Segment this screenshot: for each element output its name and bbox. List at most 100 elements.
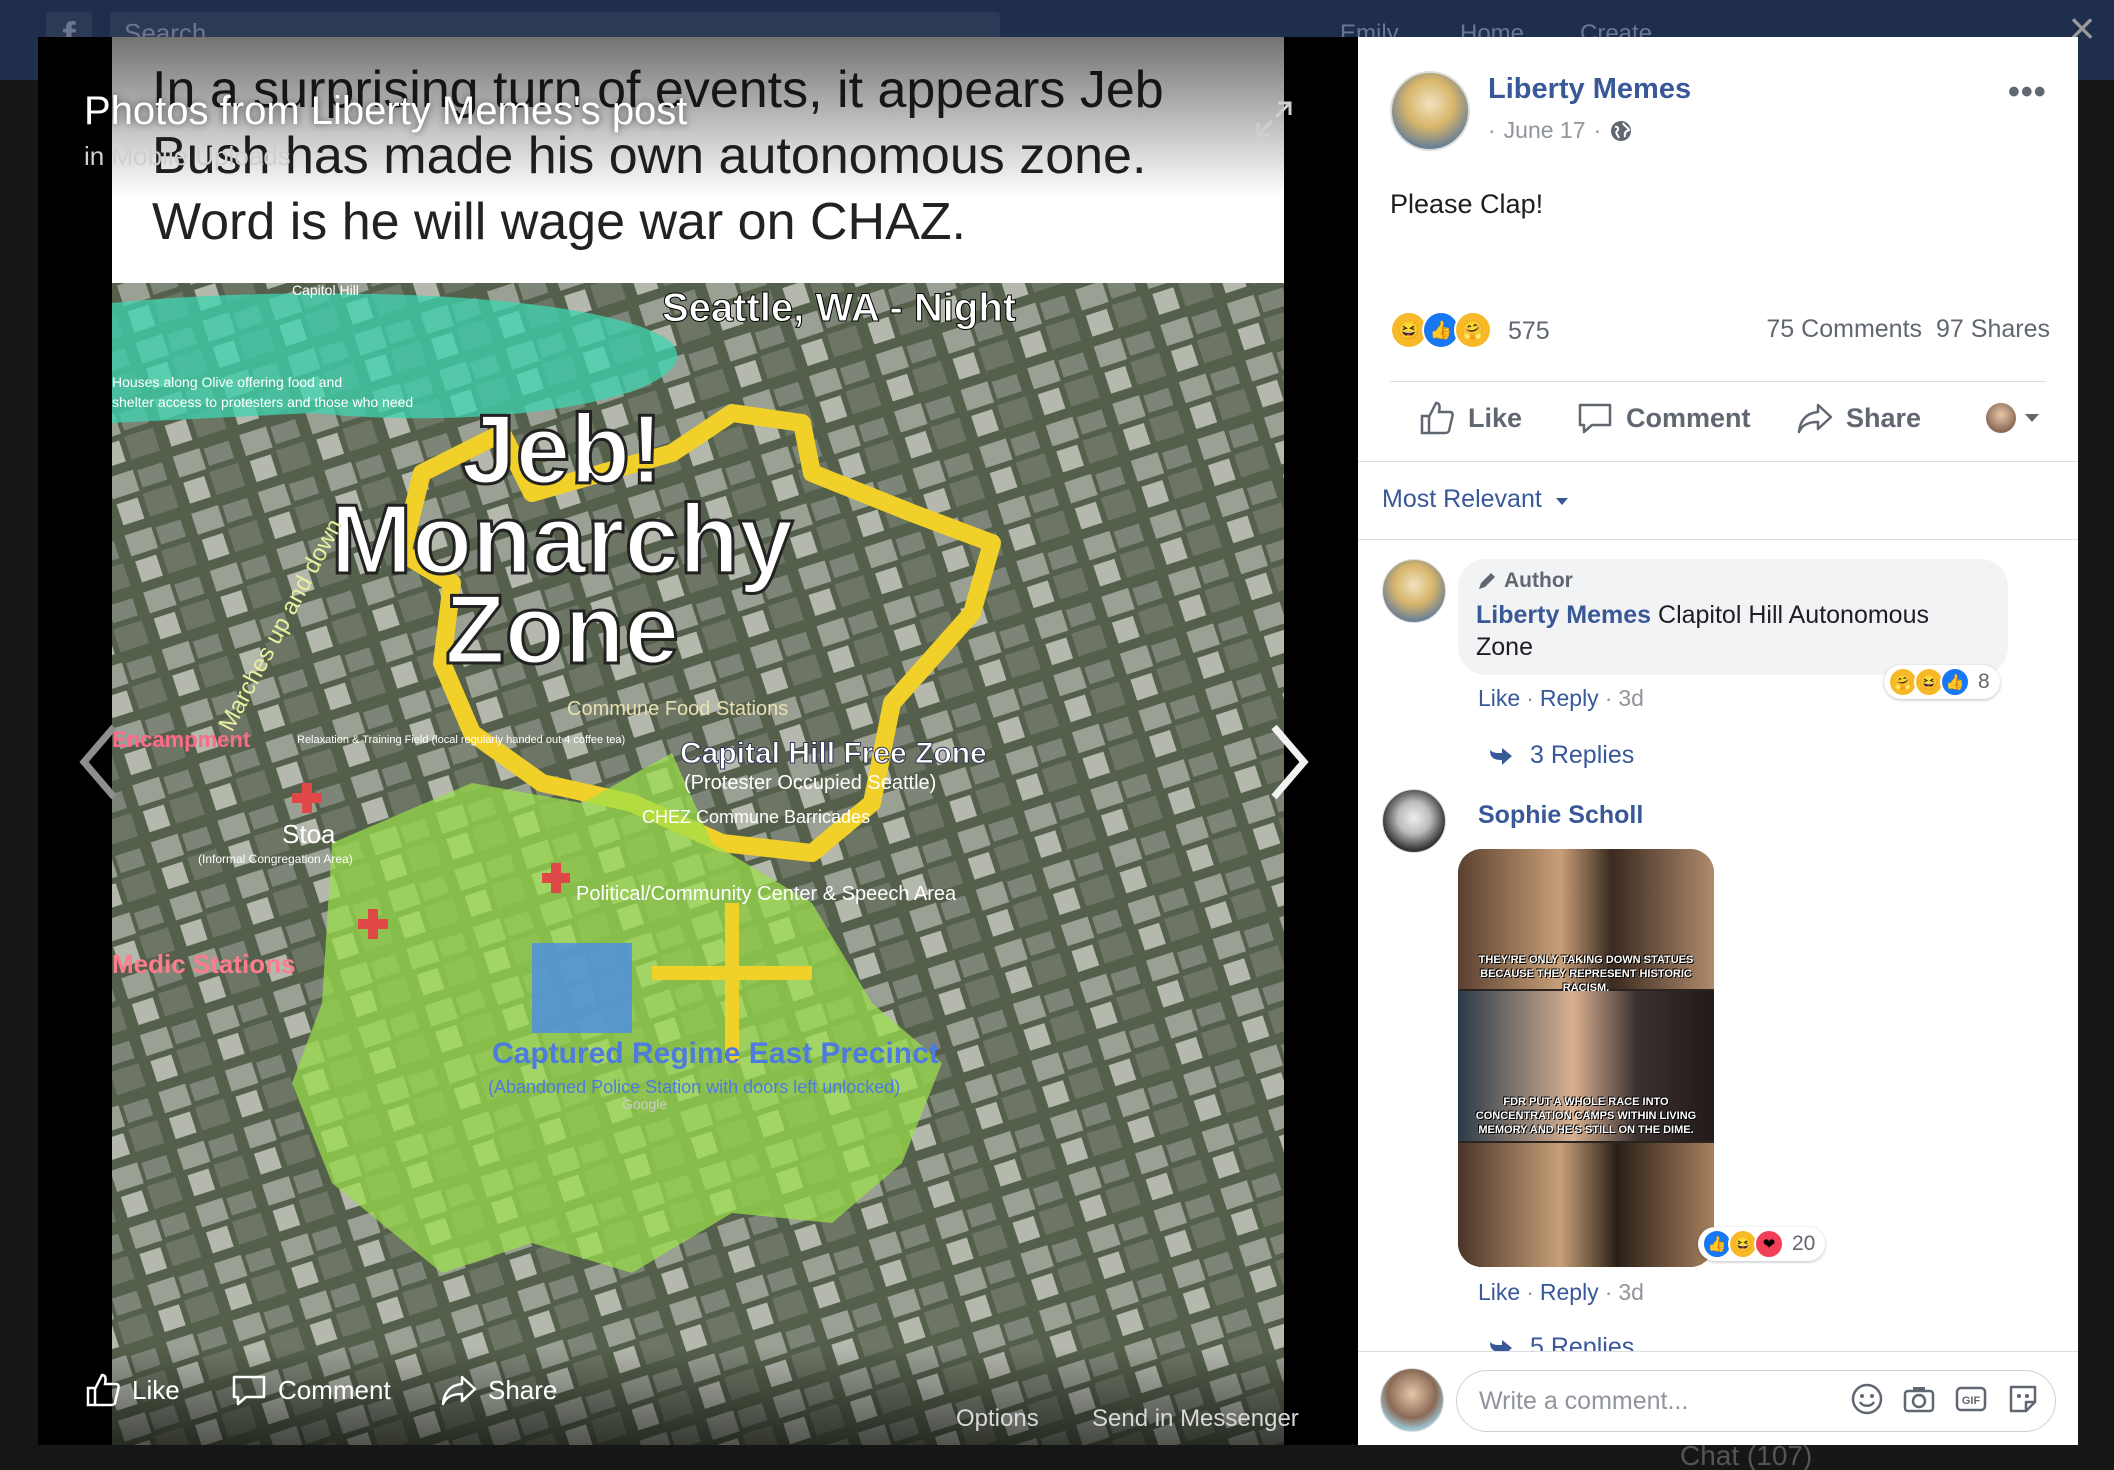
- comment-time[interactable]: 3d: [1618, 1279, 1644, 1306]
- author-badge-label: Author: [1504, 569, 1573, 592]
- comment-reaction-count: 8: [1978, 670, 1990, 693]
- comment-share-counts: 75 Comments 97 Shares: [1766, 315, 2050, 344]
- emoji-icon[interactable]: [1850, 1382, 1884, 1416]
- page-name-link[interactable]: Liberty Memes: [1488, 73, 1691, 106]
- pencil-icon: [1479, 573, 1495, 589]
- divider: [1358, 539, 2078, 540]
- view-replies-link[interactable]: 3 Replies: [1488, 741, 1634, 770]
- comment-time[interactable]: 3d: [1618, 685, 1644, 712]
- post-date[interactable]: June 17: [1504, 117, 1586, 144]
- map-label-stoa: Stoa: [282, 819, 336, 849]
- map-label-commune-food: Commune Food Stations: [567, 698, 788, 720]
- next-photo-arrow-icon[interactable]: [1264, 717, 1314, 807]
- user-avatar: [1380, 1368, 1444, 1432]
- post-meta: · June 17 ·: [1488, 117, 1633, 144]
- map-label-precinct-sub: (Abandoned Police Station with doors lef…: [488, 1077, 900, 1097]
- divider: [1358, 461, 2078, 462]
- map-label-free-zone: Capital Hill Free Zone: [680, 737, 987, 770]
- separator: ·: [1526, 685, 1534, 711]
- theater-comment-button[interactable]: Comment: [230, 1371, 391, 1409]
- comment-meme-image[interactable]: THEY'RE ONLY TAKING DOWN STATUES BECAUSE…: [1458, 849, 1714, 1267]
- meta-separator: ·: [1488, 117, 1496, 143]
- map-label-encampment: Encampment: [112, 727, 251, 752]
- reaction-audience-selector[interactable]: [1986, 403, 2040, 433]
- comment-actions: Like · Reply · 3d: [1478, 685, 1644, 712]
- gif-icon[interactable]: GIF: [1954, 1382, 1988, 1416]
- meme-caption-2: FDR PUT A WHOLE RACE INTO CONCENTRATION …: [1475, 1096, 1697, 1136]
- photo-theater: In a surprising turn of events, it appea…: [38, 37, 1358, 1445]
- comment-reactions[interactable]: 🤗 😆 👍 8: [1884, 665, 2000, 699]
- expand-icon[interactable]: [1254, 99, 1294, 139]
- care-reaction-icon: 🤗: [1454, 311, 1492, 349]
- comment-author-avatar[interactable]: [1382, 789, 1446, 853]
- share-arrow-icon: [441, 1375, 477, 1406]
- reactions-summary: 😆 👍 🤗 575 75 Comments 97 Shares: [1390, 311, 2050, 351]
- previous-photo-arrow-icon[interactable]: [74, 717, 124, 807]
- love-reaction-icon: ❤: [1754, 1229, 1784, 1259]
- photo[interactable]: In a surprising turn of events, it appea…: [112, 37, 1284, 1445]
- globe-icon: [1611, 120, 1632, 141]
- comment-bubble-icon: [1578, 403, 1612, 434]
- user-avatar: [1986, 403, 2016, 433]
- shares-count-link[interactable]: 97 Shares: [1936, 315, 2050, 344]
- comment-composer: Write a comment... GIF: [1358, 1351, 2078, 1445]
- comment-reaction-count: 20: [1792, 1232, 1816, 1255]
- caret-down-icon: [2025, 414, 2039, 422]
- send-in-messenger-link[interactable]: Send in Messenger: [1092, 1405, 1299, 1433]
- share-label: Share: [1846, 402, 1922, 433]
- comment-text: Liberty Memes Clapitol Hill Autonomous Z…: [1476, 599, 1988, 663]
- theater-share-button[interactable]: Share: [440, 1371, 557, 1409]
- reaction-icons[interactable]: 😆 👍 🤗: [1390, 311, 1492, 349]
- write-comment-placeholder: Write a comment...: [1479, 1387, 1689, 1415]
- svg-text:GIF: GIF: [1962, 1395, 1981, 1407]
- reply-arrow-icon: [1490, 747, 1512, 765]
- theater-album-link[interactable]: in Mobile Uploads: [84, 141, 291, 172]
- like-button[interactable]: Like: [1418, 399, 1522, 437]
- sticker-icon[interactable]: [2006, 1382, 2040, 1416]
- map-label-precinct: Captured Regime East Precinct: [492, 1037, 939, 1070]
- meme-panel-3: [1458, 1143, 1714, 1267]
- theater-comment-label: Comment: [278, 1374, 391, 1405]
- page-avatar[interactable]: [1390, 71, 1470, 151]
- separator: ·: [1526, 1279, 1534, 1305]
- map-label-free-zone-sub: (Protester Occupied Seattle): [684, 772, 936, 794]
- theater-share-label: Share: [488, 1374, 558, 1405]
- map-label-barricades: CHEZ Commune Barricades: [642, 807, 870, 827]
- theater-options-link[interactable]: Options: [956, 1405, 1039, 1433]
- map-label-stoa-sub: (Informal Congregation Area): [198, 852, 353, 866]
- camera-icon[interactable]: [1902, 1382, 1936, 1416]
- author-badge: Author: [1476, 569, 1988, 593]
- comment-reply-link[interactable]: Reply: [1540, 685, 1599, 712]
- divider: [1390, 381, 2046, 382]
- map-label-google: Google: [622, 1096, 667, 1112]
- map-label-medic: Medic Stations: [112, 949, 295, 979]
- comment-like-link[interactable]: Like: [1478, 1279, 1520, 1306]
- composer-icons: GIF: [1850, 1382, 2040, 1416]
- comment-reactions[interactable]: 👍 😆 ❤ 20: [1698, 1227, 1826, 1261]
- comment-sort-dropdown[interactable]: Most Relevant: [1382, 485, 1569, 514]
- theater-like-button[interactable]: Like: [84, 1371, 180, 1409]
- like-label: Like: [1468, 402, 1523, 433]
- comment-reply-link[interactable]: Reply: [1540, 1279, 1599, 1306]
- reaction-count[interactable]: 575: [1508, 317, 1550, 346]
- more-options-icon[interactable]: •••: [2008, 73, 2047, 112]
- separator: ·: [1604, 1279, 1613, 1305]
- comment-bubble: Author Liberty Memes Clapitol Hill Auton…: [1458, 559, 2008, 675]
- map-label-capitol-hill: Capitol Hill: [292, 283, 359, 298]
- map-label-political: Political/Community Center & Speech Area: [576, 883, 957, 905]
- comment-like-link[interactable]: Like: [1478, 685, 1520, 712]
- map-label-houses-2: shelter access to protesters and those w…: [112, 394, 413, 410]
- map-title: Seattle, WA - Night: [662, 286, 1016, 330]
- zone-label-line-3: Zone: [445, 574, 679, 684]
- comments-count-link[interactable]: 75 Comments: [1766, 315, 1922, 344]
- comment-button[interactable]: Comment: [1576, 399, 1751, 437]
- sort-label: Most Relevant: [1382, 485, 1542, 513]
- thumbs-up-icon: [1420, 401, 1454, 435]
- share-button[interactable]: Share: [1796, 399, 1921, 437]
- comment-author-name[interactable]: Liberty Memes: [1476, 601, 1651, 629]
- theater-title: Photos from Liberty Memes's post: [84, 89, 688, 133]
- comment-author-avatar[interactable]: [1382, 559, 1446, 623]
- comment-author-name[interactable]: Sophie Scholl: [1478, 801, 1643, 830]
- separator: ·: [1604, 685, 1613, 711]
- comment-actions: Like · Reply · 3d: [1478, 1279, 1644, 1306]
